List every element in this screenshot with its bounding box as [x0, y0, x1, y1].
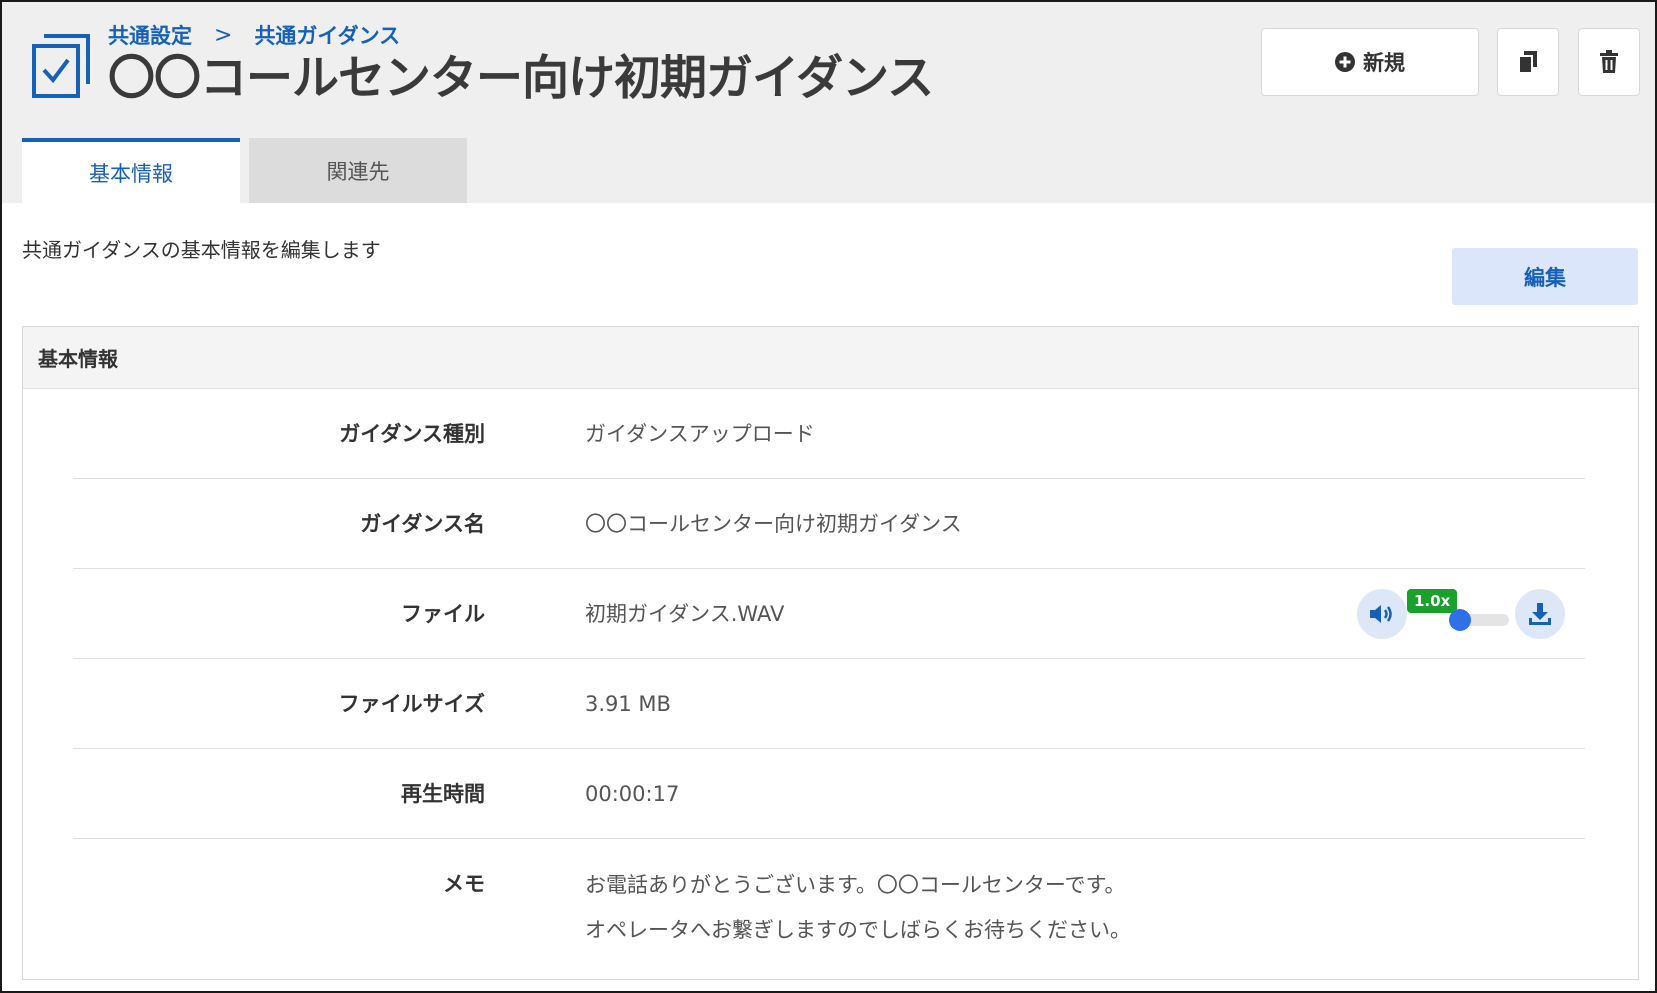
info-rows: ガイダンス種別 ガイダンスアップロード ガイダンス名 〇〇コールセンター向け初期… [73, 389, 1585, 979]
plus-circle-icon [1335, 52, 1355, 72]
panel-title: 基本情報 [23, 327, 1638, 389]
tab-related[interactable]: 関連先 [249, 138, 467, 203]
speed-badge: 1.0x [1407, 589, 1458, 613]
download-icon [1529, 603, 1551, 625]
breadcrumb-separator: > [214, 22, 233, 48]
memo-line-1: お電話ありがとうございます。〇〇コールセンターです。 [585, 873, 1126, 897]
trash-icon [1600, 50, 1618, 73]
file-label: ファイル [401, 602, 485, 626]
volume-icon [1370, 605, 1392, 623]
file-size-label: ファイルサイズ [338, 692, 485, 716]
row-memo: メモ お電話ありがとうございます。〇〇コールセンターです。 オペレータへお繋ぎし… [73, 839, 1585, 979]
new-button[interactable]: 新規 [1261, 28, 1479, 96]
row-file: ファイル 初期ガイダンス.WAV 1.0x [73, 569, 1585, 659]
tab-bar: 基本情報 関連先 [22, 138, 467, 203]
guidance-name-label: ガイダンス名 [360, 512, 485, 536]
file-value: 初期ガイダンス.WAV [585, 602, 785, 626]
guidance-type-value: ガイダンスアップロード [585, 422, 815, 446]
copy-button[interactable] [1497, 28, 1559, 96]
row-duration: 再生時間 00:00:17 [73, 749, 1585, 839]
page-description: 共通ガイダンスの基本情報を編集します [22, 238, 381, 262]
guidance-type-label: ガイダンス種別 [339, 422, 485, 446]
page-title: 〇〇コールセンター向け初期ガイダンス [108, 51, 934, 106]
app-frame: 共通設定 > 共通ガイダンス 〇〇コールセンター向け初期ガイダンス 新規 基本情… [0, 0, 1657, 993]
tab-basic-info[interactable]: 基本情報 [22, 138, 240, 203]
file-size-value: 3.91 MB [585, 692, 671, 716]
row-guidance-name: ガイダンス名 〇〇コールセンター向け初期ガイダンス [73, 479, 1585, 569]
audio-player: 1.0x [1357, 589, 1565, 639]
checklist-icon [32, 34, 90, 98]
memo-line-2: オペレータへお繋ぎしますのでしばらくお待ちください。 [585, 918, 1131, 942]
speed-control: 1.0x [1407, 589, 1515, 639]
new-button-label: 新規 [1363, 51, 1405, 75]
memo-value: お電話ありがとうございます。〇〇コールセンターです。 オペレータへお繋ぎしますの… [585, 863, 1131, 953]
edit-button[interactable]: 編集 [1452, 248, 1638, 305]
duration-label: 再生時間 [401, 782, 485, 806]
page-header: 共通設定 > 共通ガイダンス 〇〇コールセンター向け初期ガイダンス 新規 基本情… [2, 2, 1655, 203]
row-guidance-type: ガイダンス種別 ガイダンスアップロード [73, 389, 1585, 479]
download-button[interactable] [1515, 589, 1565, 639]
basic-info-panel: 基本情報 ガイダンス種別 ガイダンスアップロード ガイダンス名 〇〇コールセンタ… [22, 326, 1639, 980]
play-volume-button[interactable] [1357, 589, 1407, 639]
delete-button[interactable] [1578, 28, 1640, 96]
guidance-name-value: 〇〇コールセンター向け初期ガイダンス [585, 512, 962, 536]
copy-icon [1518, 51, 1537, 74]
memo-label: メモ [443, 872, 485, 896]
row-file-size: ファイルサイズ 3.91 MB [73, 659, 1585, 749]
duration-value: 00:00:17 [585, 782, 680, 806]
speed-slider-thumb[interactable] [1449, 609, 1471, 631]
